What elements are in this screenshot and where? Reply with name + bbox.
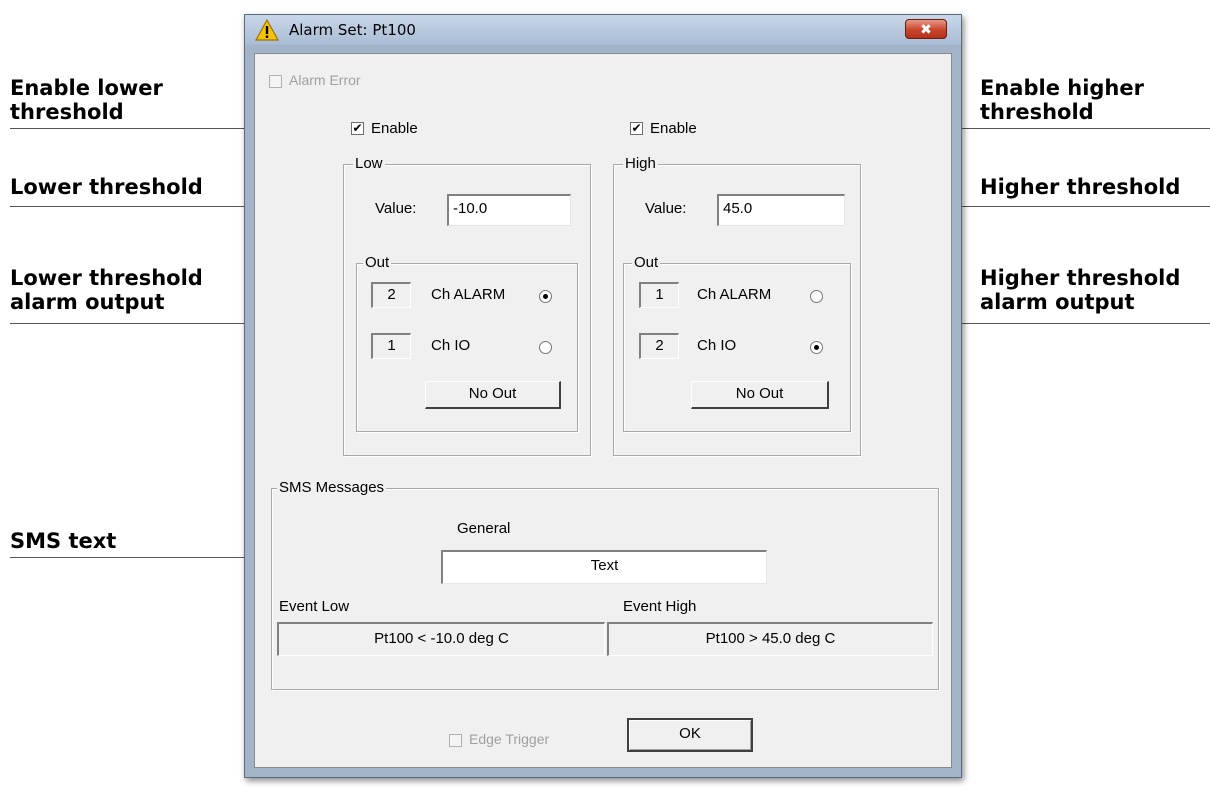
high-ch-io-number: 2 — [639, 333, 679, 359]
sms-general-label: General — [457, 520, 511, 537]
sms-messages-label: SMS Messages — [277, 479, 387, 497]
high-group-label: High — [623, 155, 658, 173]
low-ch-alarm-radio[interactable] — [539, 290, 552, 303]
sms-event-low-field: Pt100 < -10.0 deg C — [277, 622, 605, 656]
ok-button[interactable]: OK — [627, 718, 753, 752]
low-ch-io-radio[interactable] — [539, 341, 552, 354]
title-bar[interactable]: Alarm Set: Pt100 ✖ — [245, 15, 961, 45]
callout-lower-output: Lower threshold alarm output — [10, 266, 203, 314]
high-ch-io-radio[interactable] — [810, 341, 823, 354]
callout-sms-text: SMS text — [10, 529, 117, 553]
close-button[interactable]: ✖ — [905, 19, 947, 39]
low-ch-alarm-label: Ch ALARM — [431, 286, 506, 303]
enable-high-label: Enable — [650, 120, 697, 137]
alarm-error-checkbox[interactable] — [269, 75, 282, 88]
low-out-label: Out — [363, 254, 392, 272]
low-value-input[interactable]: -10.0 — [447, 194, 571, 226]
dialog-client-area: Alarm Error ✔ Enable Low Value: -10.0 Ou… — [254, 53, 952, 768]
low-ch-io-label: Ch IO — [431, 337, 471, 354]
low-ch-alarm-number: 2 — [371, 282, 411, 308]
callout-line-1: Higher threshold — [980, 266, 1181, 290]
check-mark-icon: ✔ — [631, 121, 642, 135]
high-value-label: Value: — [645, 200, 687, 217]
callout-line-1: Enable lower — [10, 76, 163, 100]
callout-line-2: threshold — [980, 100, 1094, 124]
high-value-input[interactable]: 45.0 — [717, 194, 845, 226]
high-ch-io-label: Ch IO — [697, 337, 737, 354]
close-icon: ✖ — [920, 22, 932, 38]
warning-icon — [255, 19, 279, 41]
enable-high-checkbox[interactable]: ✔ — [630, 122, 643, 135]
callout-line-1: Enable higher — [980, 76, 1144, 100]
sms-event-high-field: Pt100 > 45.0 deg C — [607, 622, 933, 656]
callout-lower-threshold: Lower threshold — [10, 175, 203, 199]
high-ch-alarm-radio[interactable] — [810, 290, 823, 303]
callout-line-2: alarm output — [10, 290, 165, 314]
edge-trigger-label: Edge Trigger — [469, 731, 550, 747]
high-ch-alarm-number: 1 — [639, 282, 679, 308]
enable-low-checkbox[interactable]: ✔ — [351, 122, 364, 135]
callout-enable-lower-threshold: Enable lower threshold — [10, 76, 163, 124]
callout-line-2: threshold — [10, 100, 124, 124]
callout-higher-threshold: Higher threshold — [980, 175, 1181, 199]
alarm-set-dialog: Alarm Set: Pt100 ✖ Alarm Error ✔ Enable … — [244, 14, 962, 778]
sms-event-high-label: Event High — [623, 598, 697, 615]
enable-low-label: Enable — [371, 120, 418, 137]
low-ch-io-number: 1 — [371, 333, 411, 359]
window-title: Alarm Set: Pt100 — [289, 21, 416, 39]
callout-line-2: alarm output — [980, 290, 1135, 314]
high-ch-alarm-label: Ch ALARM — [697, 286, 772, 303]
callout-line-1: Lower threshold — [10, 266, 203, 290]
high-no-out-button[interactable]: No Out — [691, 381, 829, 409]
low-value-label: Value: — [375, 200, 417, 217]
low-no-out-button[interactable]: No Out — [425, 381, 561, 409]
sms-event-low-label: Event Low — [279, 598, 350, 615]
low-group-label: Low — [353, 155, 385, 173]
alarm-error-label: Alarm Error — [289, 72, 361, 88]
high-out-label: Out — [632, 254, 661, 272]
check-mark-icon: ✔ — [352, 121, 363, 135]
callout-higher-output: Higher threshold alarm output — [980, 266, 1180, 314]
sms-messages-group — [271, 488, 939, 690]
callout-enable-higher-threshold: Enable higher threshold — [980, 76, 1144, 124]
edge-trigger-checkbox[interactable] — [449, 734, 462, 747]
sms-general-input[interactable]: Text — [441, 550, 767, 584]
